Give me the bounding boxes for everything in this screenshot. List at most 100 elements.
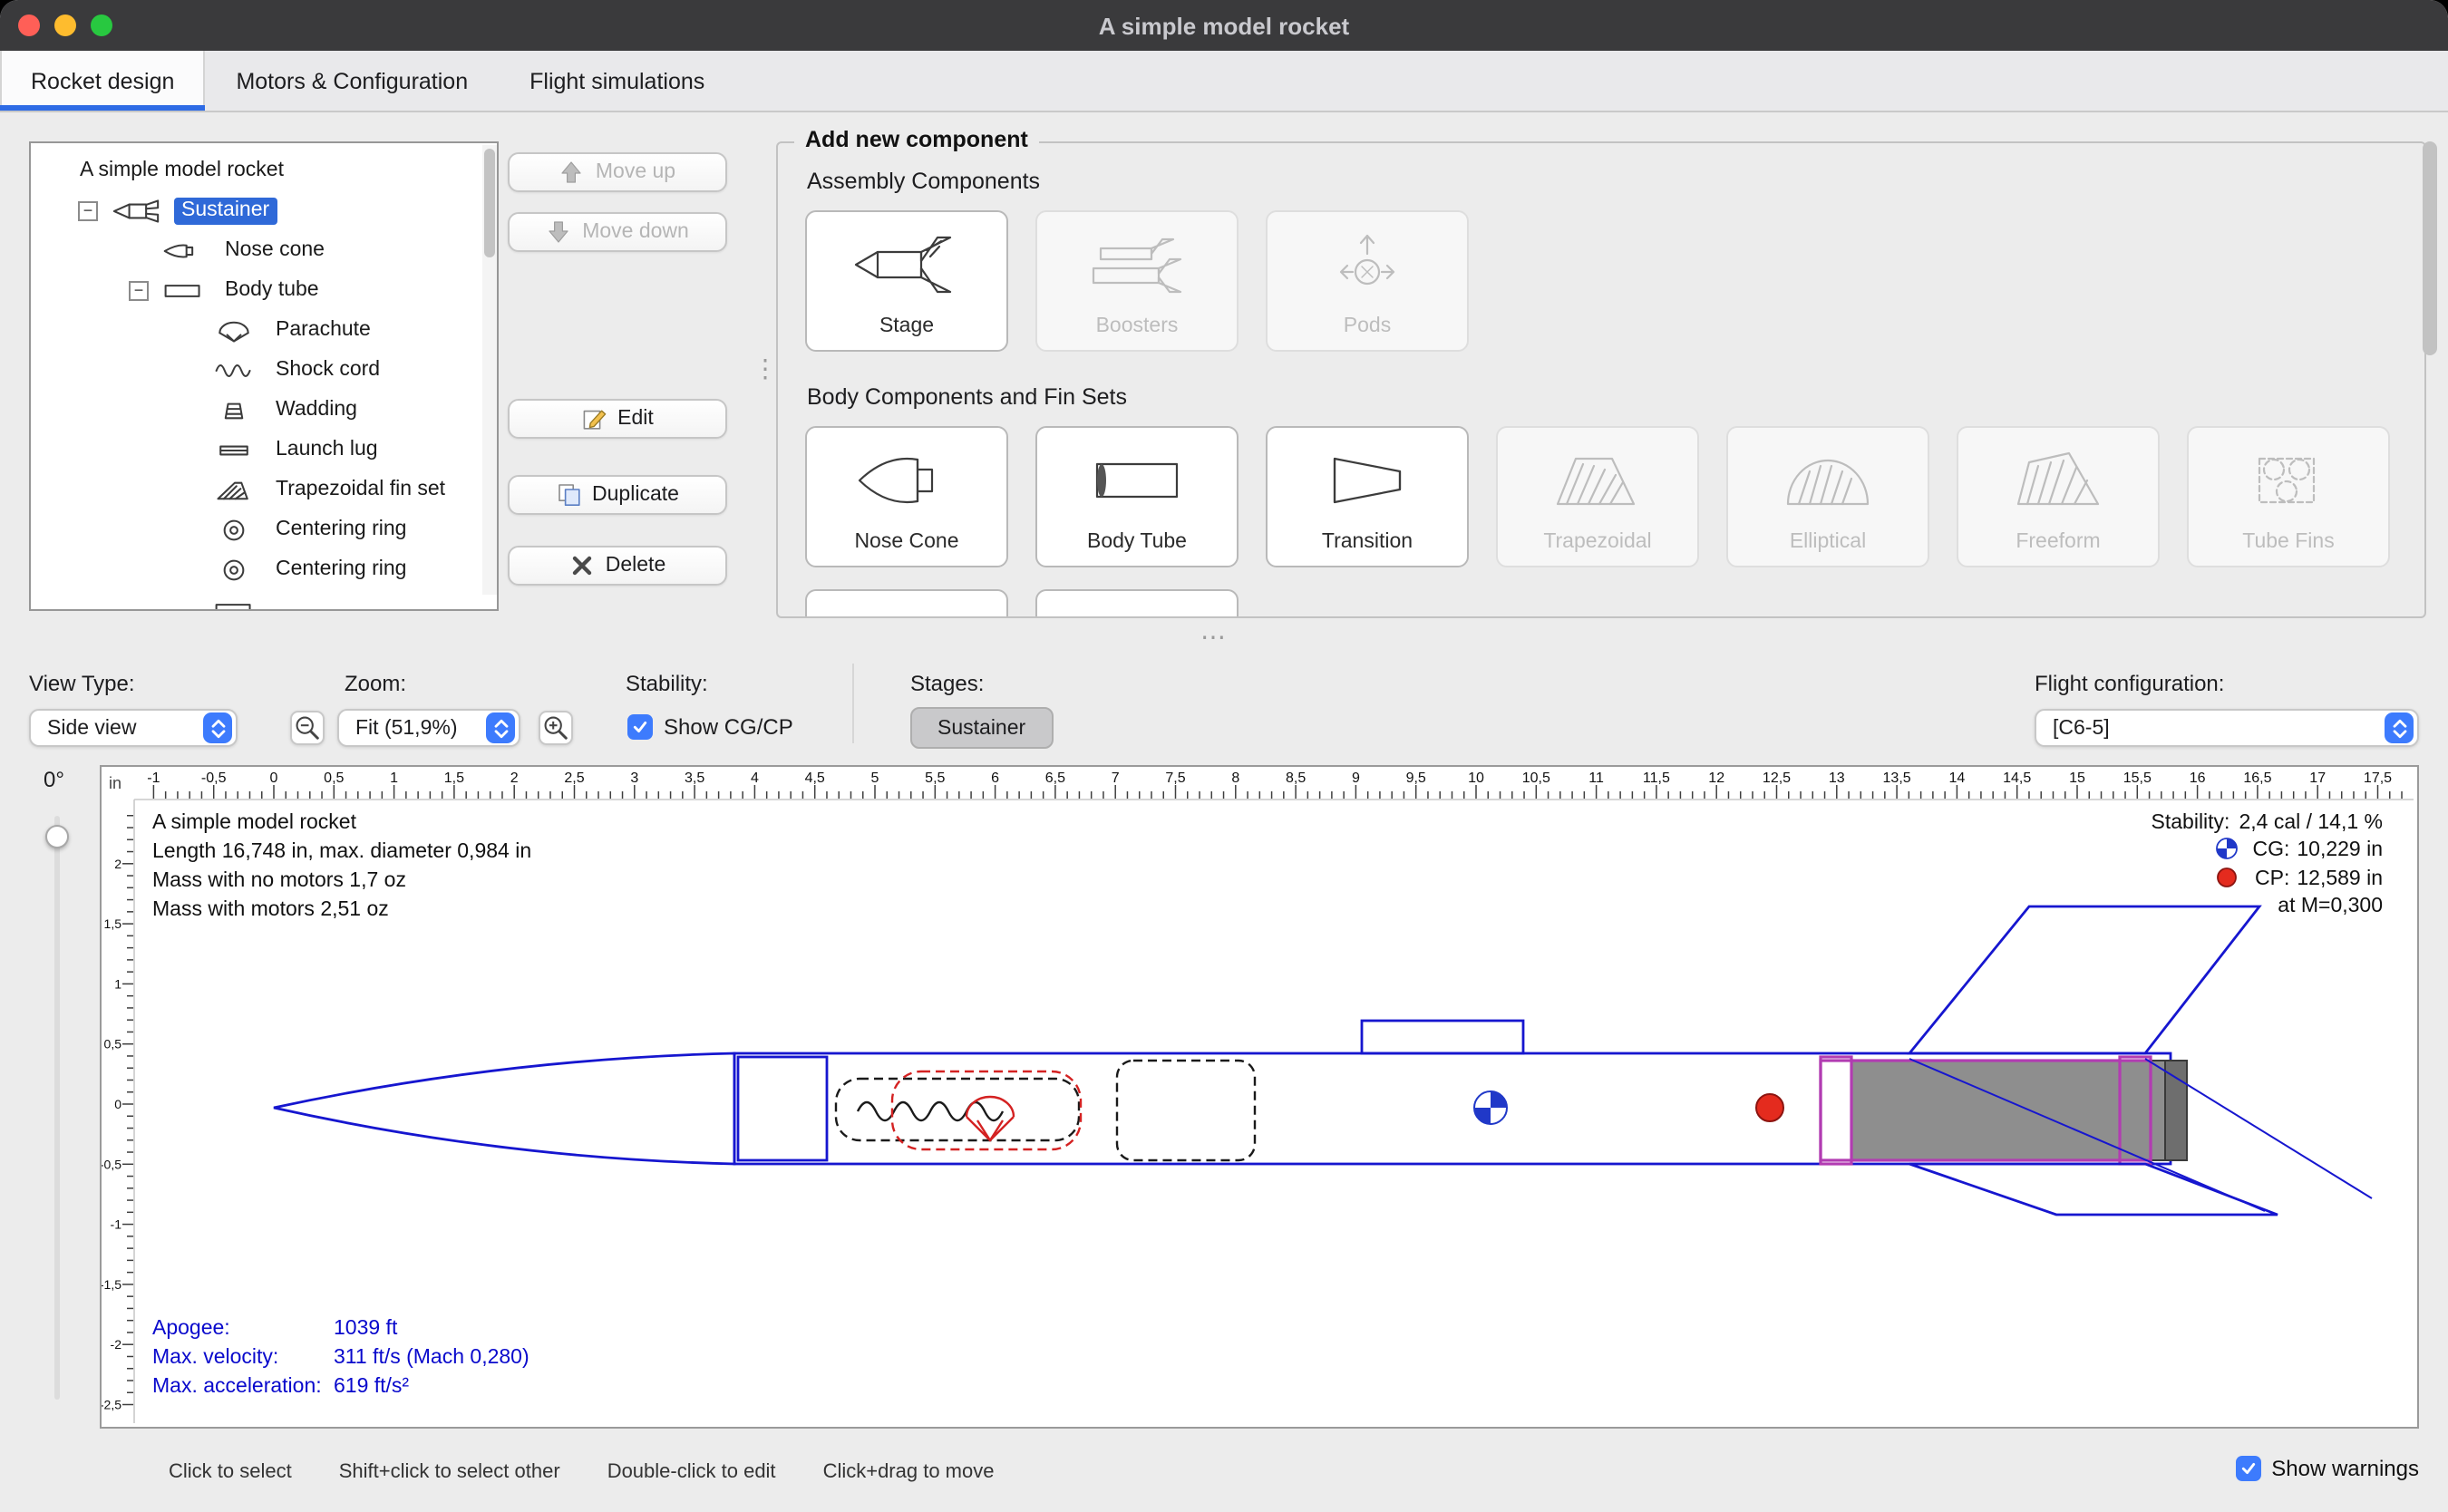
rotation-slider[interactable] bbox=[54, 816, 60, 1400]
component-body-tube-button[interactable]: Body Tube bbox=[1035, 426, 1239, 567]
svg-text:3,5: 3,5 bbox=[685, 771, 704, 786]
component-label: Transition bbox=[1322, 531, 1413, 553]
svg-text:1,5: 1,5 bbox=[444, 771, 464, 786]
button-label: Duplicate bbox=[592, 484, 679, 506]
centering-ring-front-shape[interactable] bbox=[1821, 1057, 1851, 1164]
flight-config-select[interactable]: [C6-5] bbox=[2035, 709, 2419, 747]
fullscreen-window-button[interactable] bbox=[91, 15, 112, 36]
tree-item-nose-cone[interactable]: Nose cone bbox=[31, 230, 497, 270]
finset-icon bbox=[212, 478, 256, 501]
flight-stats: Apogee: 1039 ft Max. velocity: 311 ft/s … bbox=[152, 1315, 529, 1397]
tree-item-body-tube[interactable]: − Body tube bbox=[31, 270, 497, 310]
svg-text:16: 16 bbox=[2190, 771, 2206, 786]
tab-motors-configuration[interactable]: Motors & Configuration bbox=[205, 51, 499, 111]
fin-bottom-shape[interactable] bbox=[1909, 1164, 2278, 1215]
bodytube-icon bbox=[161, 278, 205, 302]
edit-icon bbox=[581, 406, 607, 431]
shockcord-icon bbox=[212, 358, 256, 382]
show-warnings-checkbox[interactable] bbox=[2235, 1456, 2260, 1481]
component-stage-button[interactable]: Stage bbox=[805, 210, 1008, 352]
tree-item-parachute[interactable]: Parachute bbox=[31, 310, 497, 350]
svg-text:8: 8 bbox=[1231, 771, 1239, 786]
zoom-in-button[interactable] bbox=[539, 711, 573, 745]
nose-cone-shape[interactable] bbox=[274, 1053, 734, 1164]
tree-item-a-simple-model-rocket[interactable]: A simple model rocket bbox=[31, 150, 497, 190]
tree-item-wadding[interactable]: Wadding bbox=[31, 390, 497, 430]
svg-text:15,5: 15,5 bbox=[2123, 771, 2152, 786]
tree-expander-icon[interactable]: − bbox=[78, 200, 98, 220]
svg-text:2: 2 bbox=[510, 771, 519, 786]
duplicate-button[interactable]: Duplicate bbox=[508, 475, 727, 515]
stage-sustainer-button[interactable]: Sustainer bbox=[910, 707, 1053, 749]
panel-scrollbar-thumb[interactable] bbox=[2423, 141, 2437, 355]
svg-text:13: 13 bbox=[1829, 771, 1845, 786]
component-label: Elliptical bbox=[1790, 531, 1866, 553]
button-label: Move up bbox=[596, 161, 675, 183]
zoom-select[interactable]: Fit (51,9%) bbox=[337, 709, 520, 747]
transition-icon bbox=[1309, 428, 1425, 531]
fin-top-shape[interactable] bbox=[1909, 906, 2259, 1053]
tree-item-trapezoidal-fin-set[interactable]: Trapezoidal fin set bbox=[31, 470, 497, 509]
splitter-handle-horizontal[interactable]: ⋯ bbox=[1200, 622, 1226, 653]
rocket-canvas[interactable]: -1-0,500,511,522,533,544,555,566,577,588… bbox=[100, 765, 2419, 1429]
panel-scrollbar[interactable] bbox=[2423, 134, 2437, 616]
delete-button[interactable]: Delete bbox=[508, 546, 727, 586]
svg-text:0: 0 bbox=[270, 771, 278, 786]
component-nose-cone-button[interactable]: Nose Cone bbox=[805, 426, 1008, 567]
magnifier-plus-icon bbox=[542, 714, 569, 741]
svg-text:619 ft/s²: 619 ft/s² bbox=[334, 1373, 409, 1397]
shock-cord-squiggle bbox=[858, 1102, 1003, 1120]
tree-item-label: Body tube bbox=[218, 276, 326, 304]
tree-item-partial[interactable] bbox=[31, 589, 497, 611]
tree-item-launch-lug[interactable]: Launch lug bbox=[31, 430, 497, 470]
svg-text:-2: -2 bbox=[111, 1337, 122, 1352]
rotation-value: 0° bbox=[44, 767, 64, 792]
svg-text:14,5: 14,5 bbox=[2003, 771, 2031, 786]
view-toolbar: View Type: Side view Zoom: Fit (51,9%) S… bbox=[0, 649, 2448, 761]
wadding-region[interactable] bbox=[1117, 1061, 1255, 1160]
splitter-handle-vertical[interactable]: ⋮ bbox=[753, 354, 778, 384]
cp-marker bbox=[1756, 1094, 1783, 1121]
tree-scrollbar-thumb[interactable] bbox=[484, 149, 495, 257]
nose-shoulder-shape[interactable] bbox=[738, 1057, 827, 1160]
svg-text:CP:12,589 in: CP:12,589 in bbox=[2255, 866, 2383, 889]
shock-cord-region[interactable] bbox=[836, 1079, 1079, 1140]
component-card-partial[interactable] bbox=[1035, 589, 1239, 618]
view-type-select[interactable]: Side view bbox=[29, 709, 238, 747]
tree-item-centering-ring[interactable]: Centering ring bbox=[31, 509, 497, 549]
motor-shape[interactable] bbox=[1851, 1061, 2187, 1160]
tree-item-sustainer[interactable]: −Sustainer bbox=[31, 190, 497, 230]
svg-text:11: 11 bbox=[1588, 771, 1604, 786]
close-window-button[interactable] bbox=[18, 15, 40, 36]
svg-text:Mass with no motors 1,7 oz: Mass with no motors 1,7 oz bbox=[152, 867, 406, 891]
component-card-partial[interactable] bbox=[805, 589, 1008, 618]
tree-item-shock-cord[interactable]: Shock cord bbox=[31, 350, 497, 390]
svg-text:1039 ft: 1039 ft bbox=[334, 1315, 398, 1339]
show-cgcp-checkbox[interactable] bbox=[627, 714, 653, 740]
svg-text:10: 10 bbox=[1468, 771, 1484, 786]
rotation-slider-thumb[interactable] bbox=[45, 825, 69, 848]
launch-lug-shape[interactable] bbox=[1362, 1021, 1523, 1053]
parachute-icon bbox=[212, 318, 256, 342]
tab-flight-simulations[interactable]: Flight simulations bbox=[499, 51, 735, 111]
titlebar: A simple model rocket bbox=[0, 0, 2448, 51]
rocket-info-text: A simple model rocket Length 16,748 in, … bbox=[152, 809, 531, 920]
boosters-icon bbox=[1079, 212, 1195, 315]
tab-rocket-design[interactable]: Rocket design bbox=[0, 51, 205, 111]
cg-marker bbox=[1474, 1091, 1507, 1124]
zoom-out-button[interactable] bbox=[290, 711, 325, 745]
component-tree[interactable]: A simple model rocket−SustainerNose cone… bbox=[29, 141, 499, 611]
tree-item-centering-ring[interactable]: Centering ring bbox=[31, 549, 497, 589]
tree-expander-icon[interactable]: − bbox=[129, 280, 149, 300]
component-label: Tube Fins bbox=[2242, 531, 2334, 553]
svg-text:11,5: 11,5 bbox=[1643, 771, 1670, 786]
component-trapezoidal-button: Trapezoidal bbox=[1496, 426, 1699, 567]
minimize-window-button[interactable] bbox=[54, 15, 76, 36]
tree-scrollbar[interactable] bbox=[482, 145, 497, 595]
svg-text:-1: -1 bbox=[111, 1217, 122, 1232]
rocket-drawing[interactable] bbox=[274, 906, 2372, 1215]
component-transition-button[interactable]: Transition bbox=[1266, 426, 1469, 567]
tab-label: Flight simulations bbox=[529, 68, 704, 93]
edit-button[interactable]: Edit bbox=[508, 399, 727, 439]
window-title: A simple model rocket bbox=[0, 12, 2448, 39]
